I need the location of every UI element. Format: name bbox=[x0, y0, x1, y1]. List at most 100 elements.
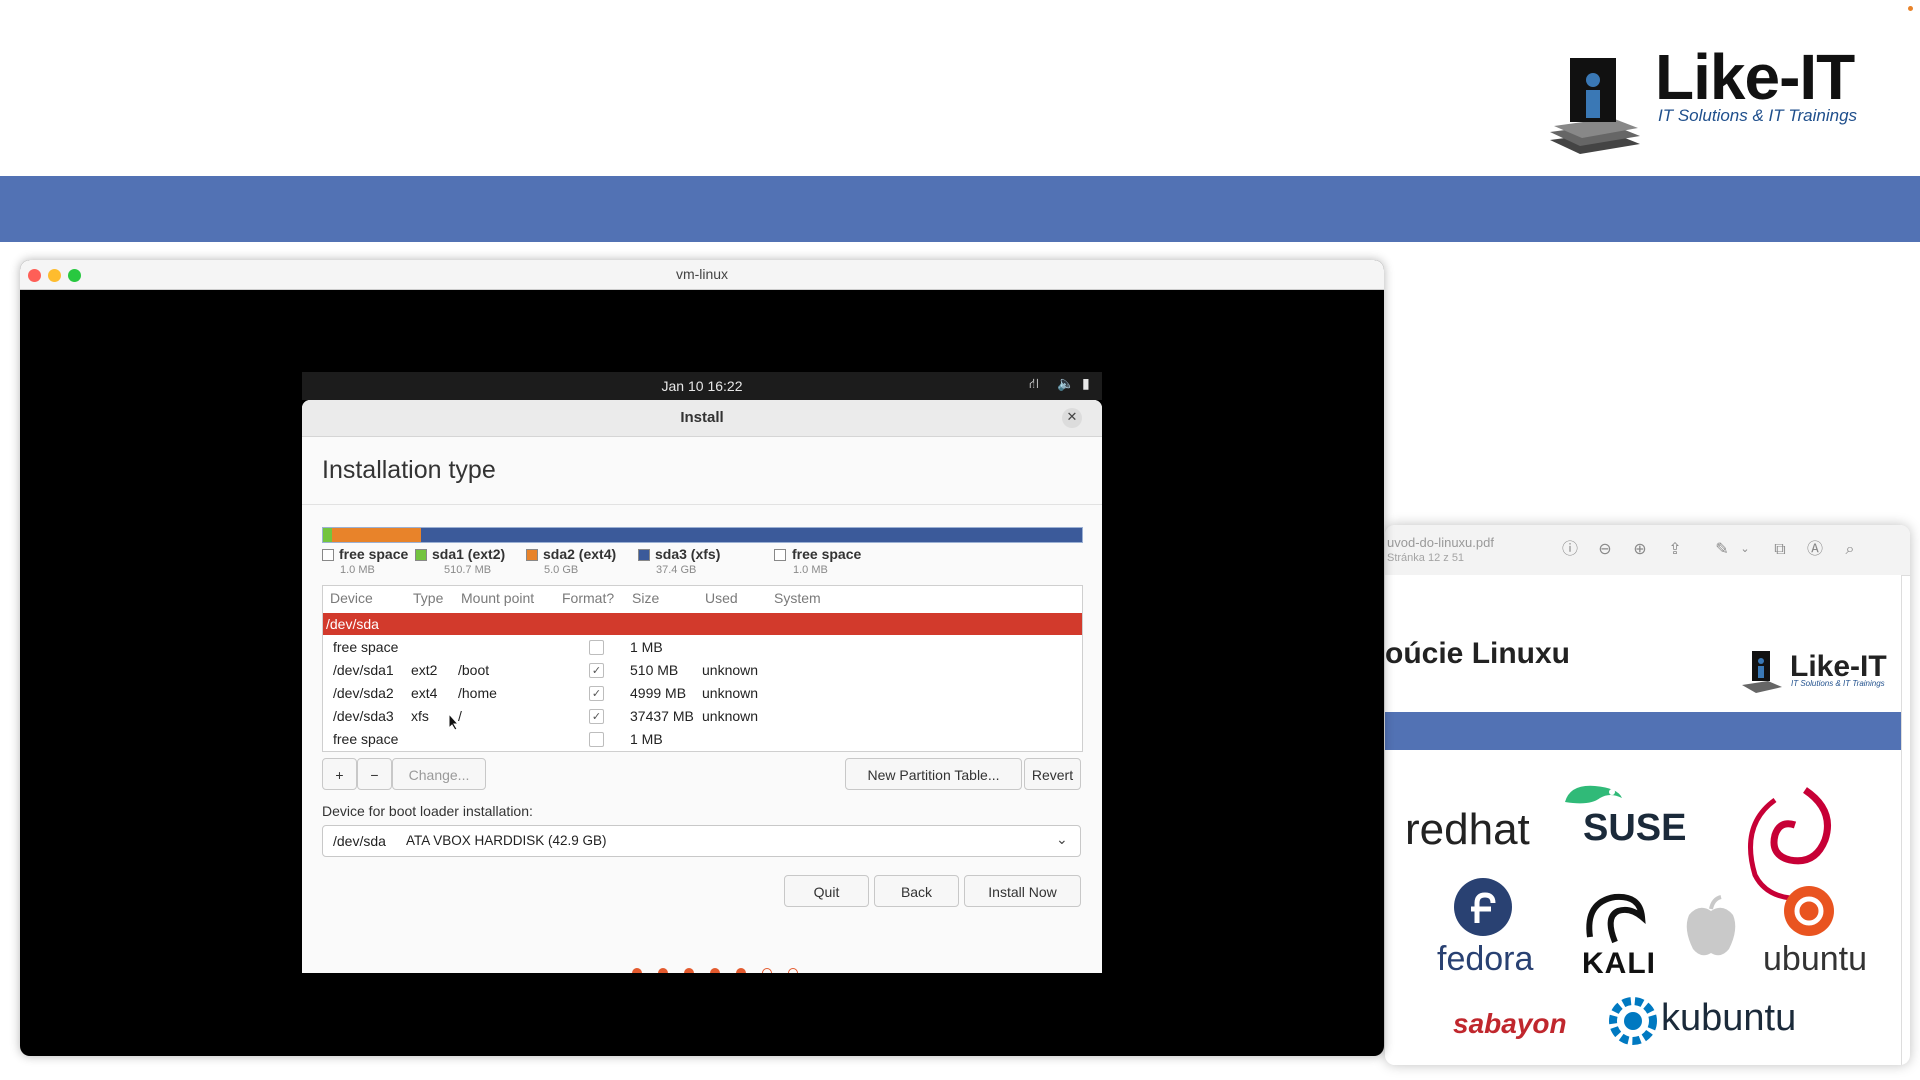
table-row[interactable]: /dev/sda1 ext2 /boot ✓ 510 MB unknown bbox=[323, 659, 1082, 682]
format-checkbox-checked[interactable]: ✓ bbox=[589, 663, 604, 678]
column-header-format[interactable]: Format? bbox=[562, 590, 614, 606]
volume-icon[interactable]: 🔈 bbox=[1057, 376, 1074, 392]
column-header-type[interactable]: Type bbox=[413, 590, 443, 606]
table-row-disk[interactable]: /dev/sda bbox=[323, 613, 1082, 635]
row-mount: /home bbox=[458, 685, 497, 701]
format-checkbox[interactable] bbox=[589, 732, 604, 747]
zoom-out-icon[interactable]: ⊖ bbox=[1595, 539, 1615, 559]
rotate-icon[interactable]: ⧉ bbox=[1770, 539, 1790, 559]
legend-sda1-size: 510.7 MB bbox=[444, 564, 492, 576]
bootloader-label: Device for boot loader installation: bbox=[322, 803, 533, 819]
format-checkbox[interactable] bbox=[589, 640, 604, 655]
legend-swatch-sda2 bbox=[526, 549, 538, 561]
fedora-logo: fedora bbox=[1437, 940, 1534, 978]
column-header-used[interactable]: Used bbox=[705, 590, 738, 606]
back-button[interactable]: Back bbox=[874, 875, 959, 907]
column-header-system[interactable]: System bbox=[774, 590, 821, 606]
legend-sda1: sda1 (ext2) bbox=[432, 546, 506, 562]
format-checkbox-checked[interactable]: ✓ bbox=[589, 709, 604, 724]
column-header-mount-point[interactable]: Mount point bbox=[461, 590, 534, 606]
suse-logo: SUSE bbox=[1583, 807, 1687, 849]
clock[interactable]: Jan 10 16:22 bbox=[302, 378, 1102, 394]
redhat-logo: redhat bbox=[1405, 805, 1530, 854]
pdf-page-indicator: Stránka 12 z 51 bbox=[1387, 552, 1465, 564]
legend-sda3-size: 37.4 GB bbox=[656, 564, 697, 576]
table-row[interactable]: free space 1 MB bbox=[323, 728, 1082, 751]
format-checkbox-checked[interactable]: ✓ bbox=[589, 686, 604, 701]
install-now-button[interactable]: Install Now bbox=[964, 875, 1081, 907]
row-device: free space bbox=[333, 731, 399, 747]
row-used: unknown bbox=[702, 685, 759, 701]
ubuntu-logo: ubuntu bbox=[1763, 940, 1867, 978]
table-row[interactable]: /dev/sda3 xfs / ✓ 37437 MB unknown bbox=[323, 705, 1082, 728]
progress-dot bbox=[762, 968, 772, 973]
fedora-infinity-icon bbox=[1453, 877, 1513, 942]
row-type: xfs bbox=[411, 708, 429, 724]
column-header-size[interactable]: Size bbox=[632, 590, 659, 606]
partition-bar-sda1 bbox=[323, 528, 332, 542]
row-size: 510 MB bbox=[630, 662, 679, 678]
vm-titlebar[interactable]: vm-linux bbox=[20, 260, 1384, 290]
change-partition-button[interactable]: Change... bbox=[392, 758, 486, 790]
markup-pen-icon[interactable]: ✎ bbox=[1712, 539, 1732, 559]
share-icon[interactable]: ⇪ bbox=[1665, 539, 1685, 559]
remove-partition-button[interactable]: − bbox=[357, 758, 392, 790]
pdf-viewer-window[interactable]: uvod-do-linuxu.pdf Stránka 12 z 51 ⓘ ⊖ ⊕… bbox=[1385, 525, 1910, 1065]
bootloader-select[interactable]: /dev/sda ATA VBOX HARDDISK (42.9 GB) ⌄ bbox=[322, 825, 1081, 857]
partition-bar-sda3 bbox=[421, 528, 1082, 542]
kali-dragon-icon bbox=[1580, 887, 1650, 952]
new-partition-table-button[interactable]: New Partition Table... bbox=[845, 758, 1022, 790]
kali-logo: KALI bbox=[1582, 947, 1656, 980]
row-mount: /boot bbox=[458, 662, 490, 678]
dialog-header: Install ✕ bbox=[302, 400, 1102, 437]
network-icon[interactable]: ⛙ bbox=[1029, 376, 1039, 394]
pdf-logo-subtitle: IT Solutions & IT Trainings bbox=[1791, 679, 1885, 688]
legend-free-space: free space bbox=[339, 546, 409, 562]
table-row[interactable]: free space 1 MB bbox=[323, 636, 1082, 659]
divider bbox=[302, 504, 1102, 505]
vm-window[interactable]: vm-linux Jan 10 16:22 ⛙ 🔈 ▮ Install ✕ In… bbox=[20, 260, 1384, 1056]
legend-swatch-free-space bbox=[322, 549, 334, 561]
battery-icon[interactable]: ▮ bbox=[1082, 376, 1090, 392]
pdf-slide-bar bbox=[1385, 712, 1901, 750]
progress-dot bbox=[632, 968, 642, 973]
progress-dot bbox=[658, 968, 668, 973]
table-row[interactable]: /dev/sda2 ext4 /home ✓ 4999 MB unknown bbox=[323, 682, 1082, 705]
kubuntu-logo: kubuntu bbox=[1661, 997, 1797, 1039]
row-used: unknown bbox=[702, 662, 759, 678]
vm-window-title: vm-linux bbox=[675, 266, 729, 282]
legend-free-space-2-size: 1.0 MB bbox=[793, 564, 828, 576]
row-device: /dev/sda2 bbox=[333, 685, 394, 701]
partition-table[interactable]: Device Type Mount point Format? Size Use… bbox=[322, 585, 1083, 752]
legend-free-space-size: 1.0 MB bbox=[340, 564, 375, 576]
ubuntu-circle-icon bbox=[1783, 885, 1835, 942]
guest-top-bar: Jan 10 16:22 ⛙ 🔈 ▮ bbox=[302, 372, 1102, 400]
legend-swatch-sda1 bbox=[415, 549, 427, 561]
install-dialog: Install ✕ Installation type free space 1… bbox=[302, 400, 1102, 973]
chevron-down-icon: ⌄ bbox=[1056, 832, 1068, 848]
info-icon[interactable]: ⓘ bbox=[1560, 539, 1580, 559]
legend-sda2: sda2 (ext4) bbox=[543, 546, 617, 562]
partition-bar-sda2 bbox=[332, 528, 421, 542]
revert-button[interactable]: Revert bbox=[1024, 758, 1081, 790]
row-size: 1 MB bbox=[630, 639, 663, 655]
chevron-down-icon[interactable]: ⌄ bbox=[1735, 539, 1755, 559]
row-type: ext2 bbox=[411, 662, 438, 678]
pdf-page: oúcie Linuxu Like-IT IT Solutions & IT T… bbox=[1385, 575, 1902, 1065]
search-icon[interactable]: ⌕ bbox=[1840, 539, 1860, 559]
column-header-device[interactable]: Device bbox=[330, 590, 373, 606]
progress-dot bbox=[684, 968, 694, 973]
add-partition-button[interactable]: + bbox=[322, 758, 357, 790]
legend-sda2-size: 5.0 GB bbox=[544, 564, 579, 576]
close-icon[interactable]: ✕ bbox=[1062, 408, 1082, 428]
row-size: 4999 MB bbox=[630, 685, 687, 701]
pdf-like-it-logo-icon bbox=[1740, 647, 1784, 700]
row-used: unknown bbox=[702, 708, 759, 724]
quit-button[interactable]: Quit bbox=[784, 875, 869, 907]
row-type: ext4 bbox=[411, 685, 438, 701]
sabayon-logo: sabayon bbox=[1453, 1008, 1567, 1039]
kubuntu-gear-icon bbox=[1607, 995, 1659, 1052]
zoom-in-icon[interactable]: ⊕ bbox=[1630, 539, 1650, 559]
annotate-icon[interactable]: Ⓐ bbox=[1805, 539, 1825, 559]
progress-dot bbox=[788, 968, 798, 973]
